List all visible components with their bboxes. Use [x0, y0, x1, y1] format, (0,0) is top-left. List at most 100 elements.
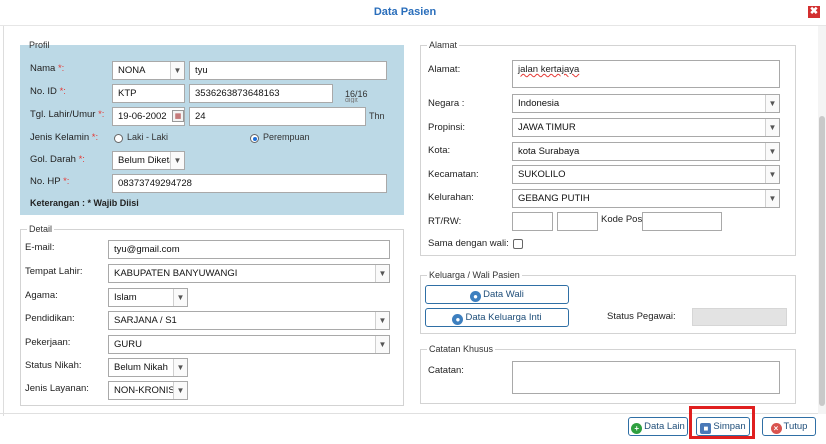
hp-required-mark: *: [63, 176, 70, 187]
pekerjaan-label: Pekerjaan: [25, 337, 71, 348]
goldar-required-mark: *: [78, 154, 85, 165]
tutup-button[interactable]: × Tutup [762, 417, 816, 436]
scrollbar-thumb[interactable] [819, 116, 825, 406]
email-input[interactable]: tyu@gmail.com [108, 240, 390, 259]
close-icon: × [770, 423, 782, 434]
jk-perempuan-radio[interactable] [250, 134, 259, 143]
kodepos-input[interactable] [642, 212, 722, 231]
detail-legend: Detail [29, 224, 53, 234]
chevron-down-icon: ▼ [173, 382, 187, 399]
kecamatan-select[interactable]: SUKOLILO ▼ [512, 165, 780, 184]
catatan-label: Catatan: [428, 365, 464, 376]
tgl-required-mark: *: [98, 109, 105, 120]
simpan-button[interactable]: ■ Simpan [696, 417, 750, 436]
tempat-lahir-value: KABUPATEN BANYUWANGI [114, 268, 238, 279]
noid-type-input[interactable]: KTP [112, 84, 185, 103]
simpan-label: Simpan [713, 421, 746, 432]
user-icon: ● [470, 291, 482, 302]
nama-input[interactable]: tyu [189, 61, 387, 80]
pendidikan-value: SARJANA / S1 [114, 315, 177, 326]
kecamatan-value: SUKOLILO [518, 169, 566, 180]
umur-input[interactable]: 24 [189, 107, 366, 126]
data-keluarga-label: Data Keluarga Inti [465, 312, 542, 323]
nama-prefix-select[interactable]: NONA ▼ [112, 61, 185, 80]
negara-label: Negara : [428, 98, 465, 109]
save-icon: ■ [700, 423, 712, 434]
kelurahan-select[interactable]: GEBANG PUTIH ▼ [512, 189, 780, 208]
rw-input[interactable] [557, 212, 598, 231]
jk-label-text: Jenis Kelamin [30, 132, 90, 143]
goldar-select[interactable]: Belum Diketa ▼ [112, 151, 185, 170]
chevron-down-icon: ▼ [173, 359, 187, 376]
data-lain-label: Data Lain [644, 421, 685, 432]
jk-laki-radio[interactable] [114, 134, 123, 143]
profil-legend: Profil [29, 40, 50, 50]
data-keluarga-button[interactable]: ● Data Keluarga Inti [425, 308, 569, 327]
propinsi-label: Propinsi: [428, 122, 465, 133]
jk-label: Jenis Kelamin *: [30, 132, 98, 143]
jk-required-mark: *: [91, 132, 99, 143]
alamat-legend: Alamat [429, 40, 458, 50]
window-title: Data Pasien [373, 6, 437, 18]
catatan-legend: Catatan Khusus [429, 344, 494, 354]
left-divider [0, 26, 4, 416]
chevron-down-icon: ▼ [765, 119, 779, 136]
agama-value: Islam [114, 292, 137, 303]
noid-input[interactable]: 3536263873648163 [189, 84, 333, 103]
nama-label-text: Nama [30, 63, 56, 74]
jk-laki-label: Laki - Laki [127, 132, 169, 142]
alamat-label: Alamat: [428, 64, 461, 75]
data-wali-button[interactable]: ● Data Wali [425, 285, 569, 304]
kota-select[interactable]: kota Surabaya ▼ [512, 142, 780, 161]
status-pegawai-field [692, 308, 787, 326]
catatan-textarea[interactable] [512, 361, 780, 394]
nama-prefix-value: NONA [118, 65, 146, 76]
keluarga-legend: Keluarga / Wali Pasien [429, 270, 520, 280]
status-nikah-value: Belum Nikah [114, 362, 168, 373]
nama-label: Nama *: [30, 63, 64, 74]
pekerjaan-select[interactable]: GURU ▼ [108, 335, 390, 354]
email-label: E-mail: [25, 242, 55, 253]
goldar-label: Gol. Darah *: [30, 154, 85, 165]
tutup-label: Tutup [783, 421, 808, 432]
pekerjaan-value: GURU [114, 339, 142, 350]
agama-label: Agama: [25, 290, 58, 301]
chevron-down-icon: ▼ [765, 143, 779, 160]
status-nikah-select[interactable]: Belum Nikah ▼ [108, 358, 188, 377]
sama-wali-label: Sama dengan wali: [428, 238, 509, 249]
kodepos-label: Kode Pos [601, 214, 643, 225]
close-icon[interactable]: ✖ [808, 6, 820, 18]
rtrw-label: RT/RW: [428, 216, 462, 227]
kota-label: Kota: [428, 145, 451, 156]
chevron-down-icon: ▼ [375, 265, 389, 282]
data-lain-button[interactable]: + Data Lain [628, 417, 688, 436]
propinsi-select[interactable]: JAWA TIMUR ▼ [512, 118, 780, 137]
plus-icon: + [631, 423, 643, 434]
noid-label: No. ID *: [30, 86, 66, 97]
alamat-textarea[interactable]: jalan kertajaya [512, 60, 780, 88]
jenis-layanan-label: Jenis Layanan: [25, 383, 89, 394]
jk-perempuan-label: Perempuan [263, 132, 310, 142]
wajib-diisi-text: * Wajib Diisi [87, 198, 139, 208]
tgl-label: Tgl. Lahir/Umur *: [30, 109, 104, 120]
chevron-down-icon: ▼ [765, 190, 779, 207]
hp-input[interactable]: 08373749294728 [112, 174, 387, 193]
status-nikah-label: Status Nikah: [25, 360, 82, 371]
sama-wali-checkbox[interactable] [513, 239, 523, 249]
chevron-down-icon: ▼ [765, 166, 779, 183]
noid-digit-unit: digit [345, 98, 358, 103]
status-pegawai-label: Status Pegawai: [607, 311, 676, 322]
agama-select[interactable]: Islam ▼ [108, 288, 188, 307]
pendidikan-select[interactable]: SARJANA / S1 ▼ [108, 311, 390, 330]
calendar-icon[interactable]: ▦ [172, 110, 184, 122]
negara-select[interactable]: Indonesia ▼ [512, 94, 780, 113]
propinsi-value: JAWA TIMUR [518, 122, 576, 133]
rt-input[interactable] [512, 212, 553, 231]
chevron-down-icon: ▼ [375, 336, 389, 353]
jenis-layanan-select[interactable]: NON-KRONIS ▼ [108, 381, 188, 400]
chevron-down-icon: ▼ [170, 62, 184, 79]
noid-required-mark: *: [59, 86, 66, 97]
tempat-lahir-select[interactable]: KABUPATEN BANYUWANGI ▼ [108, 264, 390, 283]
kota-value: kota Surabaya [518, 146, 580, 157]
kecamatan-label: Kecamatan: [428, 169, 479, 180]
